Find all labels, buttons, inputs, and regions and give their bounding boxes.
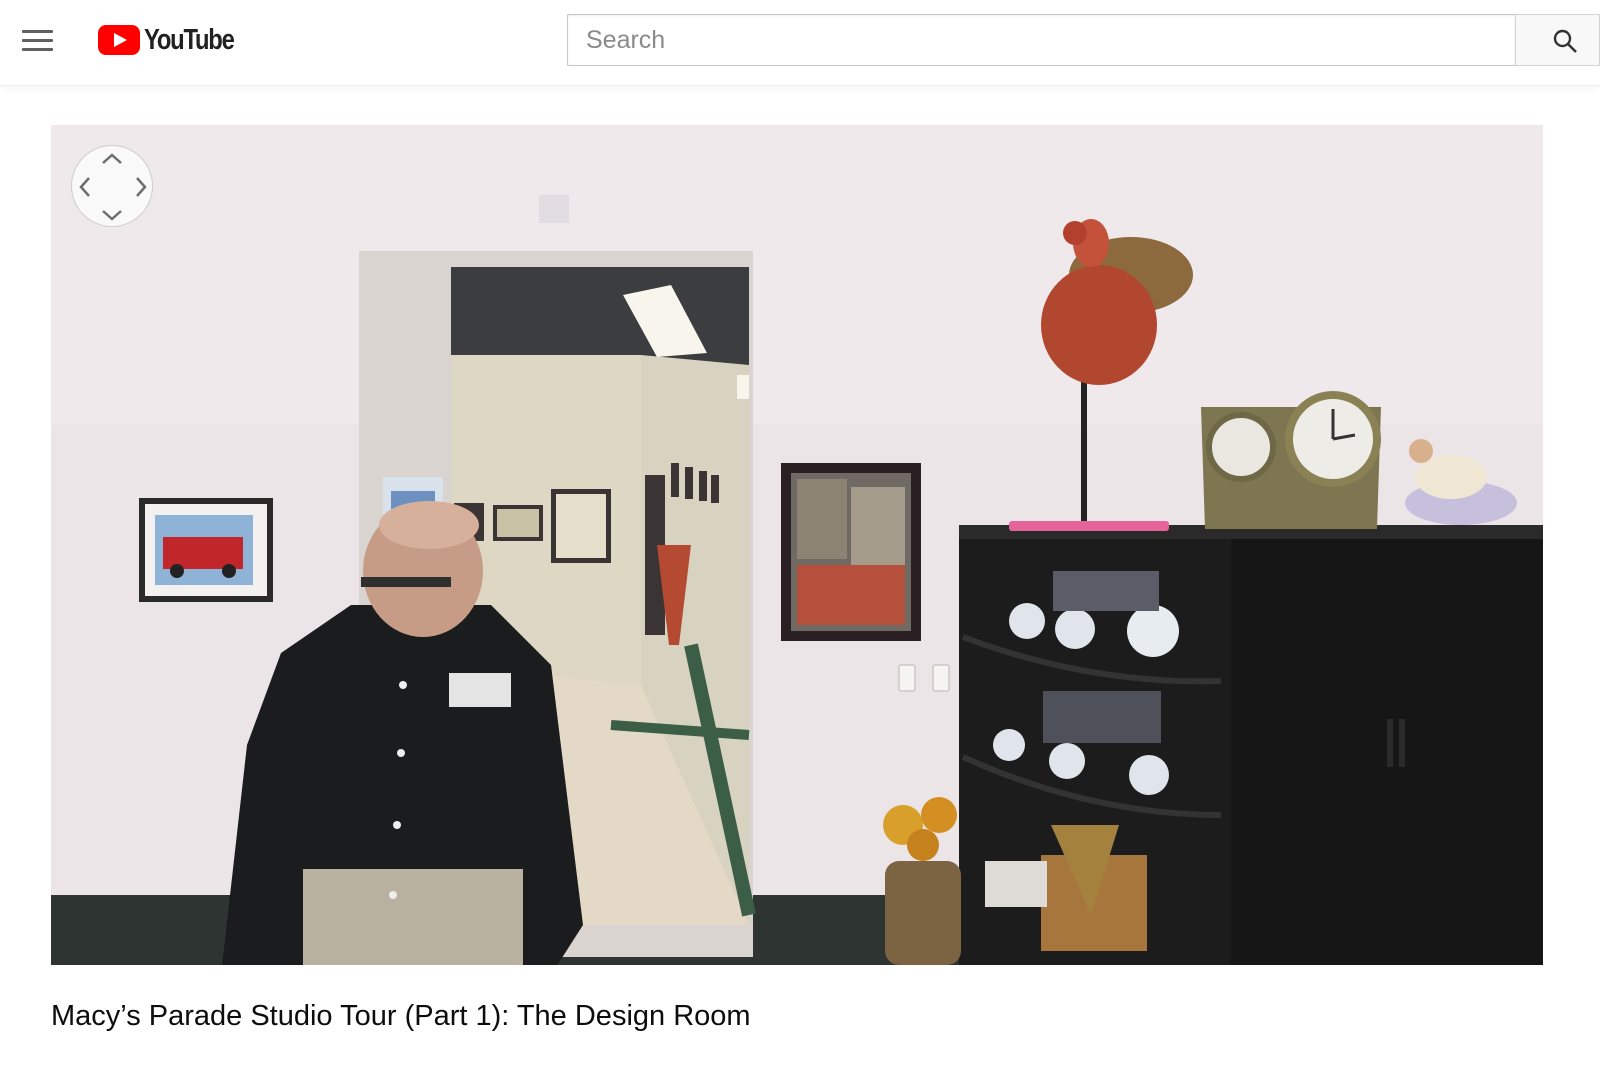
video-player[interactable] — [51, 125, 1543, 965]
video-frame — [51, 125, 1543, 965]
menu-icon — [22, 30, 53, 33]
logo-text: YouTube — [144, 23, 235, 56]
pan-control[interactable] — [71, 145, 153, 227]
masthead: YouTube — [0, 0, 1600, 86]
pan-up-icon — [102, 153, 122, 164]
pan-left-icon — [79, 177, 90, 197]
pan-down-icon — [102, 210, 122, 221]
video-title: Macy’s Parade Studio Tour (Part 1): The … — [51, 1000, 751, 1032]
search-icon — [1553, 29, 1577, 53]
youtube-logo-icon — [98, 25, 140, 55]
search-button[interactable] — [1515, 14, 1600, 66]
search-input[interactable] — [567, 14, 1515, 66]
guide-menu-button[interactable] — [22, 30, 54, 52]
youtube-logo[interactable]: YouTube — [98, 22, 253, 58]
pan-right-icon — [136, 177, 147, 197]
